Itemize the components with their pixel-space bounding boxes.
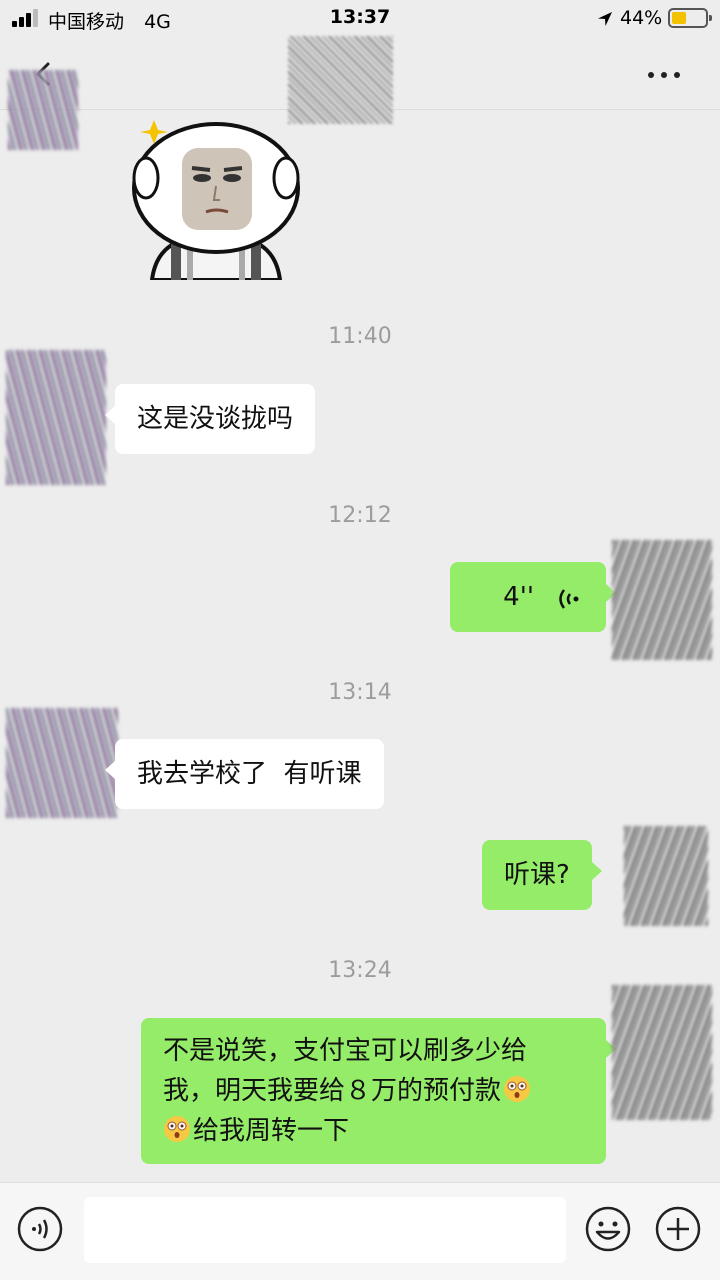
chat-input-bar: [0, 1182, 720, 1280]
message-text: 我去学校了 有听课: [137, 759, 362, 789]
avatar[interactable]: [624, 826, 708, 926]
avatar[interactable]: [6, 708, 118, 818]
plus-icon[interactable]: [654, 1205, 702, 1253]
message-timestamp: 12:12: [328, 503, 392, 528]
voice-wave-icon: [559, 589, 579, 609]
bald-man-sticker-icon[interactable]: [130, 108, 302, 280]
battery-icon: [668, 8, 712, 28]
astonished-face-icon: [164, 1116, 190, 1142]
voice-duration: 4'': [503, 582, 534, 612]
contact-name-redacted: [288, 36, 393, 124]
message-timestamp: 11:40: [328, 324, 392, 349]
message-timestamp: 13:24: [328, 958, 392, 983]
avatar[interactable]: [8, 70, 78, 150]
voice-mode-icon[interactable]: [16, 1205, 64, 1253]
message-text: 听课?: [504, 860, 570, 890]
message-text-line: 给我周转一下: [193, 1116, 350, 1146]
message-text-line: 我，明天我要给８万的预付款: [163, 1076, 502, 1106]
more-options-button[interactable]: [640, 54, 688, 94]
message-text: 这是没谈拢吗: [137, 404, 294, 434]
message-bubble[interactable]: 这是没谈拢吗: [104, 384, 316, 454]
smiley-icon[interactable]: [584, 1205, 632, 1253]
message-text-line: 不是说笑，支付宝可以刷多少给: [163, 1036, 528, 1066]
message-bubble[interactable]: 听课?: [482, 840, 602, 910]
avatar[interactable]: [6, 350, 106, 485]
battery-fill: [672, 12, 686, 24]
location-arrow-icon: [598, 12, 612, 26]
message-bubble[interactable]: 不是说笑，支付宝可以刷多少给 我，明天我要给８万的预付款 给我周转一下: [141, 1018, 616, 1164]
astonished-face-icon: [504, 1076, 531, 1102]
chat-header: [0, 36, 720, 124]
avatar[interactable]: [612, 985, 712, 1120]
message-timestamp: 13:14: [328, 680, 392, 705]
battery-percent: 44%: [620, 7, 663, 29]
voice-message-bubble[interactable]: 4'': [450, 562, 616, 632]
message-bubble[interactable]: 我去学校了 有听课: [105, 739, 384, 809]
status-bar: 中国移动 4G 13:37 44%: [0, 0, 720, 36]
message-input[interactable]: [84, 1197, 566, 1263]
ellipsis-icon: [648, 72, 654, 78]
avatar[interactable]: [612, 540, 712, 660]
